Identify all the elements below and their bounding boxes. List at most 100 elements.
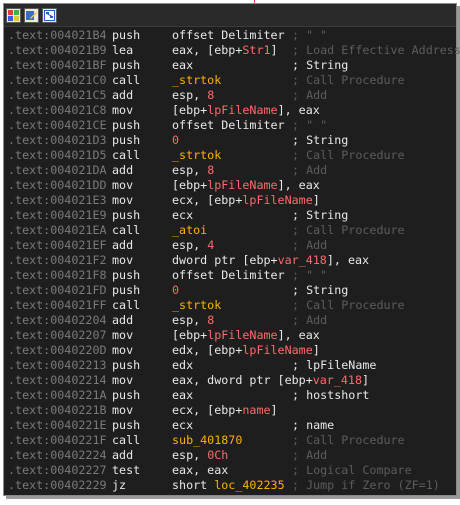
address[interactable]: .text:004021B4 [8,28,107,43]
address[interactable]: .text:004021E9 [8,208,107,223]
operand-token[interactable]: _strtok [172,298,221,312]
operands[interactable]: sub_401870 [172,433,242,448]
address[interactable]: .text:0040221A [8,388,107,403]
operands[interactable]: ecx, [ebp+lpFileName] [172,193,320,208]
asm-line[interactable]: .text:004021C5 add esp, 8 ; Add [4,88,456,103]
asm-line[interactable]: .text:00402224 add esp, 0Ch ; Add [4,448,456,463]
address[interactable]: .text:004021E3 [8,193,107,208]
operands[interactable]: _strtok [172,148,221,163]
operand-token[interactable]: _atoi [172,223,207,237]
asm-line[interactable]: .text:004021DA add esp, 8 ; Add [4,163,456,178]
mnemonic[interactable]: add [112,163,133,178]
operands[interactable]: eax, dword ptr [ebp+var_418] [172,373,369,388]
address[interactable]: .text:004021F2 [8,253,107,268]
mnemonic[interactable]: push [112,208,140,223]
edit-graph-icon[interactable] [24,7,39,23]
asm-line[interactable]: .text:00402204 add esp, 8 ; Add [4,313,456,328]
asm-line[interactable]: .text:004021DD mov [ebp+lpFileName], eax [4,178,456,193]
address[interactable]: .text:004021EA [8,223,107,238]
operand-token[interactable]: lpFileName [207,328,277,342]
address[interactable]: .text:0040220D [8,343,107,358]
address[interactable]: .text:00402204 [8,313,107,328]
asm-line[interactable]: .text:004021C8 mov [ebp+lpFileName], eax [4,103,456,118]
operands[interactable]: eax [172,388,193,403]
mnemonic[interactable]: test [112,463,140,478]
asm-line[interactable]: .text:0040221F call sub_401870 ; Call Proce… [4,433,456,448]
asm-line[interactable]: .text:004021E3 mov ecx, [ebp+lpFileName] [4,193,456,208]
mnemonic[interactable]: mov [112,343,133,358]
asm-line[interactable]: .text:004021EA call _atoi ; Call Procedure [4,223,456,238]
asm-line[interactable]: .text:004021FD push 0 ; String [4,283,456,298]
address[interactable]: .text:00402207 [8,328,107,343]
operands[interactable]: offset Delimiter [172,118,285,133]
color-palette-icon[interactable] [6,7,21,23]
mnemonic[interactable]: call [112,148,140,163]
operands[interactable]: _strtok [172,73,221,88]
operand-token[interactable]: sub_401870 [172,433,242,447]
node-header[interactable] [4,4,456,27]
address[interactable]: .text:0040221F [8,433,107,448]
mnemonic[interactable]: call [112,73,140,88]
mnemonic[interactable]: push [112,28,140,43]
mnemonic[interactable]: push [112,358,140,373]
asm-line[interactable]: .text:004021FF call _strtok ; Call Procedur… [4,298,456,313]
asm-line[interactable]: .text:004021C0 call _strtok ; Call Procedur… [4,73,456,88]
operands[interactable]: ecx [172,418,193,433]
operands[interactable]: edx, [ebp+lpFileName] [172,343,320,358]
operand-token[interactable]: var_418 [313,373,362,387]
operand-token[interactable]: loc_402235 [214,478,284,492]
mnemonic[interactable]: call [112,433,140,448]
code-block-node[interactable]: .text:004021B4 push offset Delimiter ; " ".… [3,3,460,496]
mnemonic[interactable]: call [112,298,140,313]
operands[interactable]: eax [172,58,193,73]
operands[interactable]: _atoi [172,223,207,238]
operands[interactable]: esp, 4 [172,238,214,253]
mnemonic[interactable]: mov [112,328,133,343]
mnemonic[interactable]: lea [112,43,133,58]
mnemonic[interactable]: mov [112,403,133,418]
operand-token[interactable]: _strtok [172,148,221,162]
operands[interactable]: edx [172,358,193,373]
address[interactable]: .text:004021EF [8,238,107,253]
asm-line[interactable]: .text:0040220D mov edx, [ebp+lpFileName] [4,343,456,358]
address[interactable]: .text:004021BF [8,58,107,73]
operand-token[interactable]: Str1 [242,43,270,57]
operand-token[interactable]: name [242,403,270,417]
graph-overview-icon[interactable] [42,7,57,23]
operands[interactable]: ecx [172,208,193,223]
asm-line[interactable]: .text:0040221B mov ecx, [ebp+name] [4,403,456,418]
asm-line[interactable]: .text:00402213 push edx ; lpFileName [4,358,456,373]
mnemonic[interactable]: mov [112,253,133,268]
mnemonic[interactable]: add [112,448,133,463]
address[interactable]: .text:00402229 [8,478,107,493]
address[interactable]: .text:004021B9 [8,43,107,58]
asm-line[interactable]: .text:00402214 mov eax, dword ptr [ebp+var… [4,373,456,388]
asm-line[interactable]: .text:00402229 jz short loc_402235 ; Jump i… [4,478,456,493]
address[interactable]: .text:004021F8 [8,268,107,283]
address[interactable]: .text:004021DD [8,178,107,193]
asm-line[interactable]: .text:004021D3 push 0 ; String [4,133,456,148]
mnemonic[interactable]: add [112,313,133,328]
operands[interactable]: offset Delimiter [172,268,285,283]
mnemonic[interactable]: push [112,118,140,133]
address[interactable]: .text:004021FD [8,283,107,298]
address[interactable]: .text:0040221E [8,418,107,433]
operand-token[interactable]: lpFileName [207,103,277,117]
operands[interactable]: ecx, [ebp+name] [172,403,278,418]
asm-line[interactable]: .text:00402207 mov [ebp+lpFileName], eax [4,328,456,343]
asm-line[interactable]: .text:004021B9 lea eax, [ebp+Str1] ; Load E… [4,43,460,58]
operands[interactable]: _strtok [172,298,221,313]
operand-token[interactable]: lpFileName [242,343,312,357]
asm-line[interactable]: .text:004021BF push eax ; String [4,58,456,73]
operands[interactable]: short loc_402235 [172,478,285,493]
mnemonic[interactable]: mov [112,373,133,388]
address[interactable]: .text:004021FF [8,298,107,313]
mnemonic[interactable]: jz [112,478,126,493]
mnemonic[interactable]: push [112,133,140,148]
mnemonic[interactable]: mov [112,103,133,118]
operands[interactable]: offset Delimiter [172,28,285,43]
address[interactable]: .text:004021C5 [8,88,107,103]
operands[interactable]: [ebp+lpFileName], eax [172,178,320,193]
asm-line[interactable]: .text:004021D5 call _strtok ; Call Procedur… [4,148,456,163]
mnemonic[interactable]: add [112,238,133,253]
